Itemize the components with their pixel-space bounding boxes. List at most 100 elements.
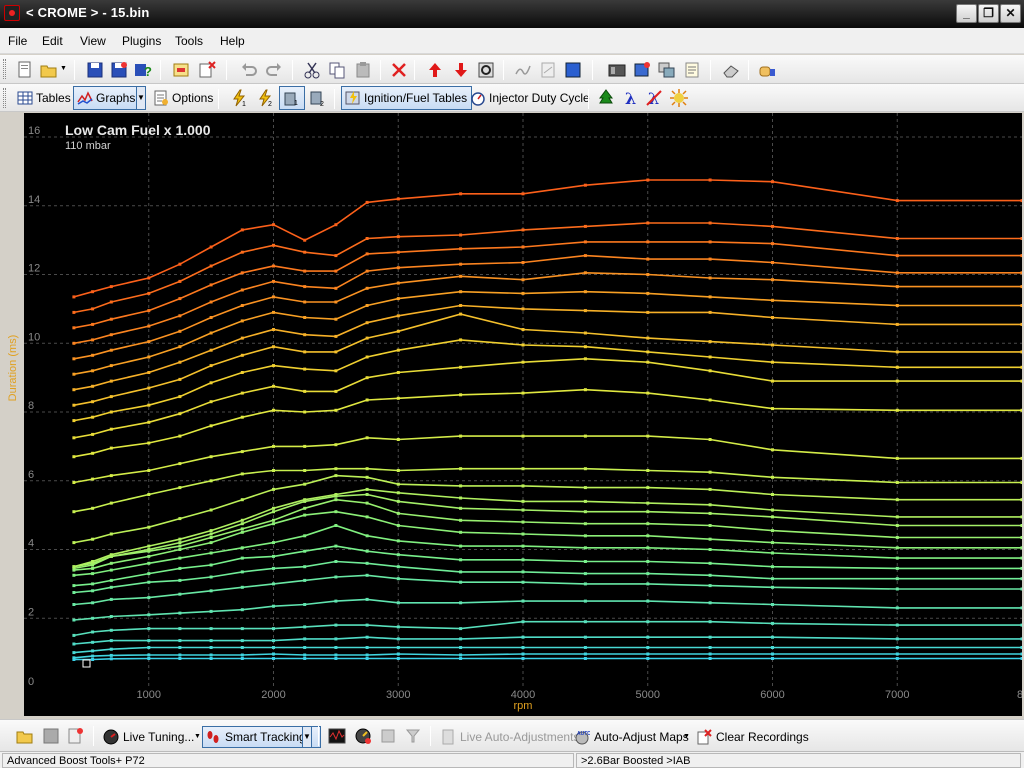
data-point[interactable]: [109, 300, 113, 304]
data-point[interactable]: [109, 568, 113, 572]
data-point[interactable]: [771, 621, 774, 625]
data-point[interactable]: [240, 653, 244, 657]
data-point[interactable]: [521, 570, 525, 574]
fill-icon[interactable]: [564, 61, 582, 79]
data-point[interactable]: [240, 498, 244, 502]
data-point[interactable]: [334, 575, 338, 579]
data-point[interactable]: [178, 566, 182, 570]
data-point[interactable]: [334, 286, 338, 290]
data-point[interactable]: [521, 228, 525, 232]
open-folder-icon[interactable]: [40, 61, 58, 79]
data-point[interactable]: [334, 560, 338, 563]
series-line-23[interactable]: [73, 290, 1022, 375]
data-point[interactable]: [272, 408, 275, 412]
data-point[interactable]: [771, 298, 774, 302]
data-point[interactable]: [240, 627, 244, 631]
data-point[interactable]: [91, 616, 95, 620]
data-point[interactable]: [334, 498, 338, 502]
data-point[interactable]: [365, 653, 369, 657]
data-point[interactable]: [147, 340, 151, 344]
data-point[interactable]: [365, 304, 369, 307]
data-point[interactable]: [459, 484, 463, 488]
data-point[interactable]: [178, 544, 182, 548]
menu-plugins[interactable]: Plugins: [122, 34, 161, 48]
cut-icon[interactable]: [303, 61, 321, 79]
data-point[interactable]: [895, 515, 899, 519]
data-point[interactable]: [771, 541, 774, 545]
auto-adjust-dropdown-icon[interactable]: ▼: [683, 733, 690, 740]
data-point[interactable]: [334, 524, 338, 527]
data-point[interactable]: [240, 304, 244, 307]
data-point[interactable]: [147, 525, 151, 529]
plugin-hand-icon[interactable]: [758, 61, 776, 79]
data-point[interactable]: [240, 336, 244, 340]
data-point[interactable]: [521, 532, 525, 536]
set-value-icon[interactable]: [477, 61, 495, 79]
data-point[interactable]: [272, 328, 275, 331]
data-point[interactable]: [521, 599, 525, 603]
data-point[interactable]: [521, 434, 525, 438]
tables-button[interactable]: Tables: [13, 86, 76, 110]
data-point[interactable]: [91, 649, 95, 653]
data-point[interactable]: [708, 369, 712, 373]
data-point[interactable]: [272, 518, 275, 522]
data-point[interactable]: [583, 357, 587, 361]
data-point[interactable]: [334, 493, 338, 496]
data-point[interactable]: [708, 310, 712, 314]
data-point[interactable]: [583, 582, 587, 586]
data-point[interactable]: [365, 376, 369, 380]
data-point[interactable]: [521, 192, 525, 196]
data-point[interactable]: [272, 487, 275, 491]
data-point[interactable]: [240, 391, 244, 395]
data-point[interactable]: [209, 300, 213, 304]
data-point[interactable]: [396, 371, 400, 374]
data-point[interactable]: [209, 627, 213, 631]
data-point[interactable]: [771, 657, 774, 660]
data-point[interactable]: [91, 400, 95, 404]
data-point[interactable]: [303, 410, 307, 414]
data-point[interactable]: [91, 307, 95, 311]
data-point[interactable]: [521, 291, 525, 295]
eraser-icon[interactable]: [722, 61, 740, 79]
data-point[interactable]: [459, 627, 463, 631]
data-point[interactable]: [895, 606, 899, 610]
data-point[interactable]: [895, 637, 899, 641]
data-point[interactable]: [521, 635, 525, 639]
data-point[interactable]: [147, 291, 151, 295]
data-point[interactable]: [209, 424, 213, 428]
data-point[interactable]: [646, 501, 650, 505]
data-point[interactable]: [272, 310, 275, 314]
data-point[interactable]: [303, 646, 307, 649]
data-point[interactable]: [895, 652, 899, 656]
data-point[interactable]: [396, 637, 400, 641]
data-point[interactable]: [1020, 237, 1023, 240]
data-point[interactable]: [240, 522, 244, 526]
data-point[interactable]: [583, 534, 587, 538]
data-point[interactable]: [303, 506, 307, 510]
data-point[interactable]: [109, 585, 113, 589]
data-point[interactable]: [1020, 271, 1023, 275]
data-point[interactable]: [708, 548, 712, 551]
new-file-icon[interactable]: [16, 61, 34, 79]
data-point[interactable]: [72, 618, 76, 622]
data-point[interactable]: [272, 566, 275, 570]
data-point[interactable]: [109, 561, 113, 565]
data-point[interactable]: [178, 462, 182, 466]
data-point[interactable]: [91, 322, 95, 326]
data-point[interactable]: [1020, 587, 1023, 591]
data-point[interactable]: [303, 565, 307, 569]
data-point[interactable]: [1020, 379, 1023, 383]
series-line-3[interactable]: [73, 646, 1022, 654]
data-point[interactable]: [771, 360, 774, 364]
data-point[interactable]: [72, 295, 76, 299]
data-point[interactable]: [1020, 652, 1023, 656]
data-point[interactable]: [396, 491, 400, 495]
data-point[interactable]: [91, 630, 95, 634]
data-point[interactable]: [895, 271, 899, 275]
data-point[interactable]: [708, 584, 712, 588]
data-point[interactable]: [240, 556, 244, 560]
data-point[interactable]: [459, 580, 463, 584]
series-line-6[interactable]: [73, 598, 1022, 621]
data-point[interactable]: [365, 475, 369, 479]
data-point[interactable]: [708, 524, 712, 527]
